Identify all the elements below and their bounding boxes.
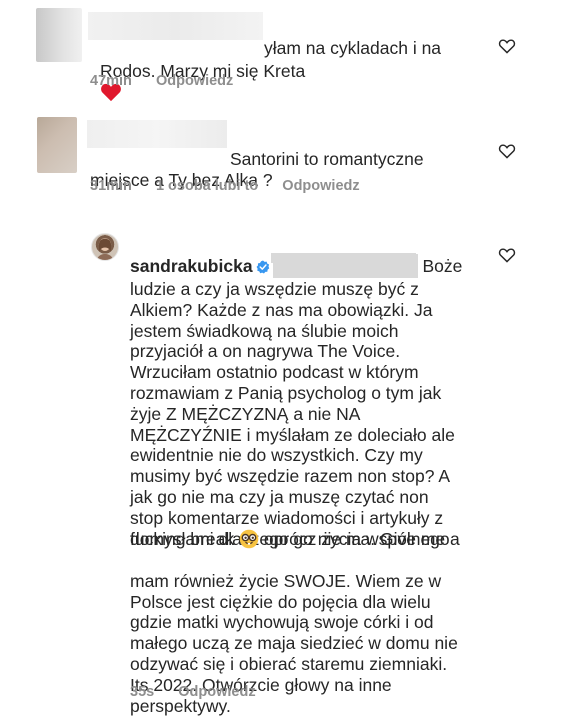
like-heart-icon[interactable] (498, 38, 516, 54)
comment-meta: 47min Odpowiedz (90, 73, 253, 89)
reply-button[interactable]: Odpowiedz (178, 684, 255, 700)
comment-time: 35s (130, 684, 155, 700)
comment-text-line: fucking break oprócz życia wspólnego (130, 529, 450, 549)
reply-button[interactable]: Odpowiedz (282, 178, 359, 194)
avatar-face-icon (97, 238, 113, 260)
avatar-blurred (36, 8, 82, 62)
comment-2: Santorini to romantyczne miejsce a Ty be… (0, 100, 573, 205)
reply-button[interactable]: Odpowiedz (156, 73, 233, 89)
comment-body: Alkiem? Każde z nas ma obowiązki. Ja jes… (130, 299, 460, 549)
comment-1: yłam na cykladach i na Rodos. Marzy mi s… (0, 0, 573, 103)
mention-blurred-overlap (271, 253, 416, 263)
likes-count-link[interactable]: 1 osoba lubi to (156, 178, 258, 194)
username-blurred (88, 12, 263, 40)
comment-time: 31min (90, 178, 132, 194)
comment-time: 47min (90, 73, 132, 89)
comment-meta: 35s Odpowiedz (130, 684, 276, 700)
comment-meta: 31min 1 osoba lubi to Odpowiedz (90, 178, 380, 194)
avatar[interactable] (91, 233, 119, 261)
avatar-blurred (37, 117, 77, 173)
like-heart-icon[interactable] (498, 143, 516, 159)
username-blurred (87, 120, 227, 148)
comment-3: sandrakubicka Boże ludzie a czy ja wszęd… (0, 205, 573, 716)
like-heart-icon[interactable] (498, 247, 516, 263)
comment-text: Rodos. Marzy mi się Kreta (100, 40, 305, 103)
nerd-face-emoji-icon (239, 529, 259, 549)
